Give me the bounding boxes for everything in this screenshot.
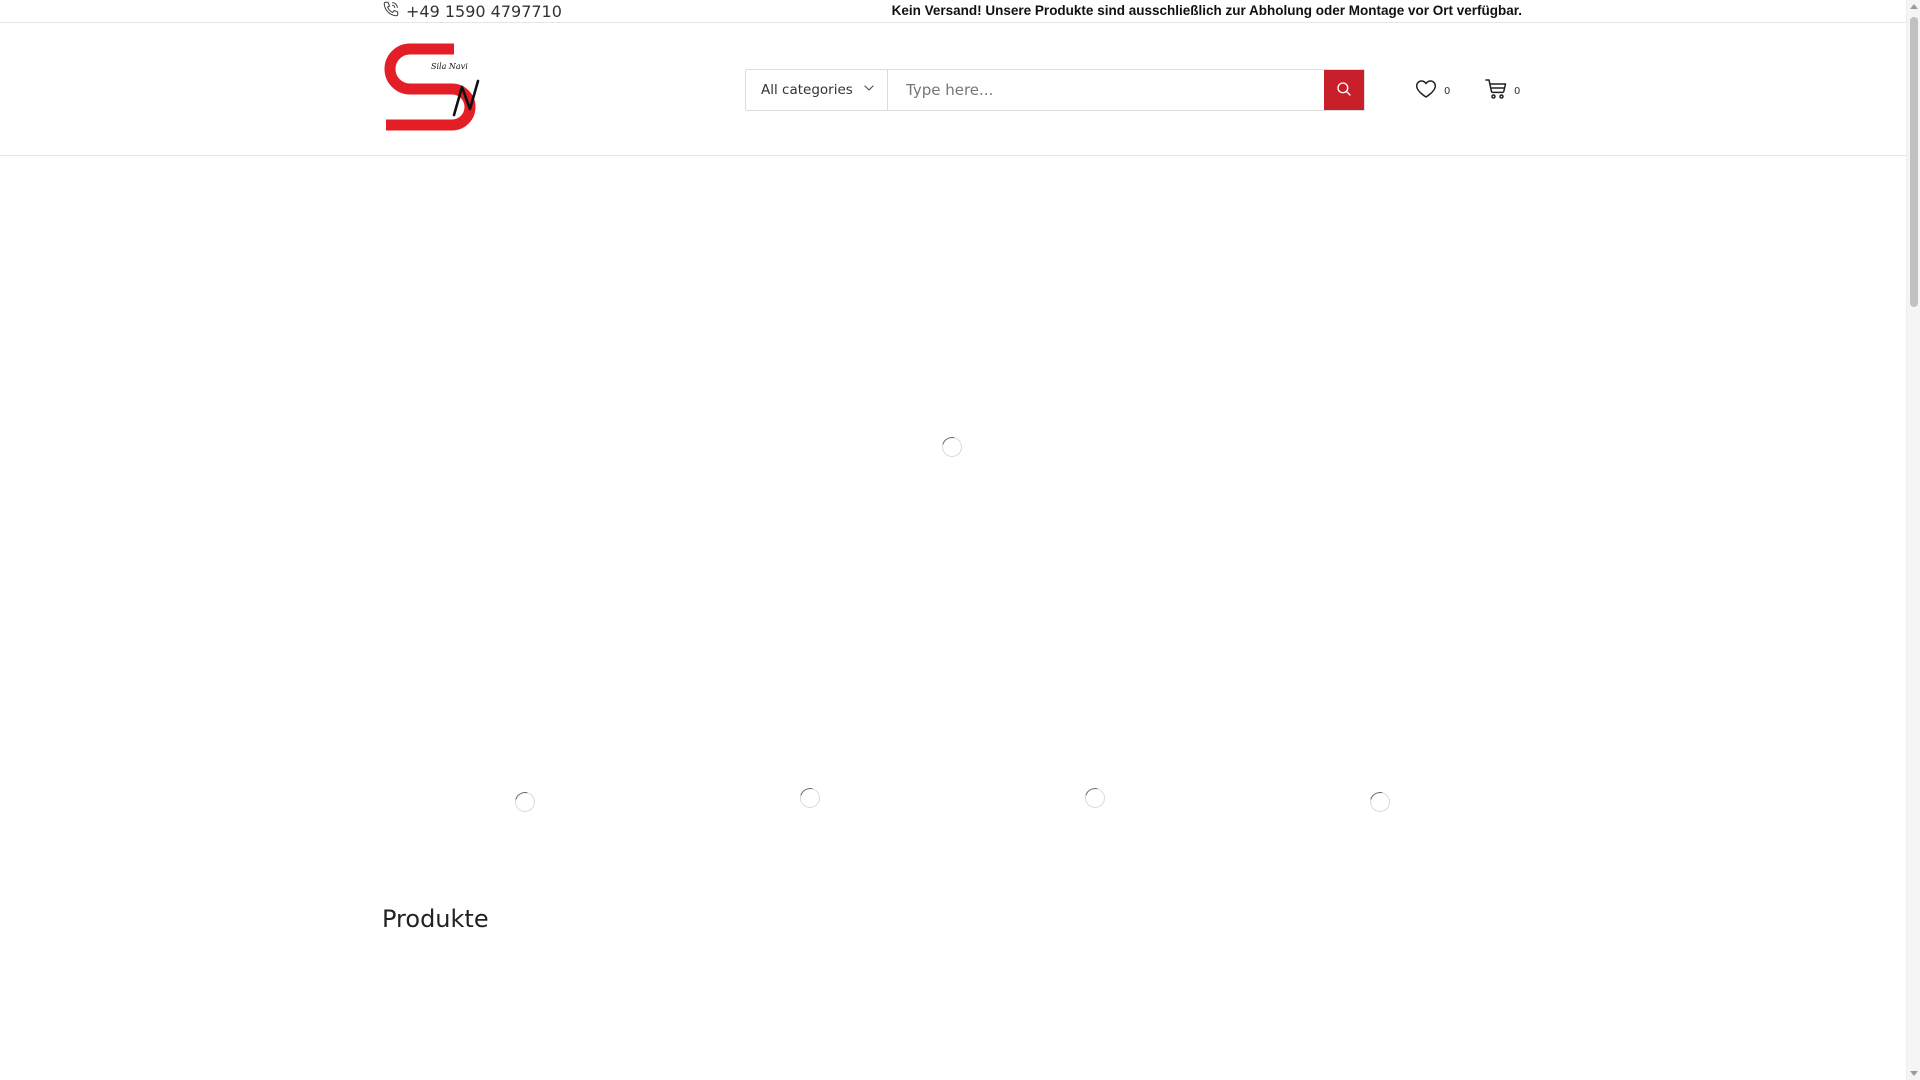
category-tile-loader: [511, 788, 539, 816]
phone-link[interactable]: +49 1590 4797710: [382, 0, 562, 22]
category-tile-loader: [1366, 788, 1394, 816]
svg-text:Sila Navi: Sila Navi: [431, 62, 468, 71]
heart-icon: [1414, 77, 1438, 105]
wishlist-link[interactable]: 0: [1414, 78, 1450, 104]
search-icon: [1335, 80, 1353, 101]
search-button[interactable]: [1324, 70, 1364, 110]
scroll-down-arrow-icon[interactable]: [1910, 1071, 1918, 1076]
category-tile-loader: [1081, 784, 1109, 812]
phone-number: +49 1590 4797710: [406, 1, 562, 21]
search-bar: All categories: [745, 69, 1365, 111]
cart-icon: [1484, 77, 1508, 105]
scroll-up-arrow-icon[interactable]: [1910, 4, 1918, 9]
site-header: Sila Navi All categories Type here... 0 …: [0, 23, 1906, 156]
wishlist-count: 0: [1444, 85, 1451, 97]
cart-count: 0: [1514, 85, 1521, 97]
section-title-products: Produkte: [382, 905, 489, 933]
chevron-down-icon: [863, 82, 875, 98]
search-input[interactable]: [888, 70, 1324, 110]
top-bar: +49 1590 4797710 Kein Versand! Unsere Pr…: [0, 0, 1906, 23]
hero-slider-loader: [938, 433, 966, 461]
page-scrollbar[interactable]: [1906, 0, 1920, 1080]
category-tile-loader: [796, 784, 824, 812]
cart-link[interactable]: 0: [1484, 78, 1520, 104]
phone-icon: [382, 0, 400, 22]
scroll-thumb[interactable]: [1910, 17, 1918, 307]
page: +49 1590 4797710 Kein Versand! Unsere Pr…: [0, 0, 1906, 1080]
site-logo[interactable]: Sila Navi: [382, 43, 504, 133]
shipping-notice: Kein Versand! Unsere Produkte sind aussc…: [891, 3, 1522, 18]
category-select[interactable]: All categories: [746, 70, 888, 110]
category-select-label: All categories: [761, 82, 853, 98]
